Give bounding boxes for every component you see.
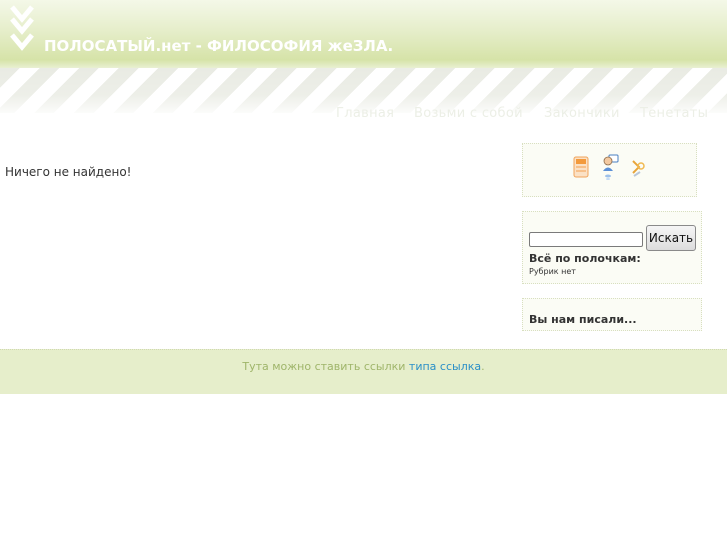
site-title[interactable]: ПОЛОСАТЫЙ.нет - ФИЛОСОФИЯ жеЗЛА.	[44, 37, 393, 55]
no-results-message: Ничего не найдено!	[5, 165, 132, 179]
nav-item-tenetaty[interactable]: Тенетаты	[640, 106, 708, 121]
main-nav: Главная Возьми с собой Закончики Тенетат…	[0, 106, 727, 124]
rss-feed-icon[interactable]	[573, 156, 589, 178]
footer-text: Тута можно ставить ссылки типа ссылка.	[0, 360, 727, 373]
double-chevron-down-icon	[10, 5, 34, 51]
nav-item-laws[interactable]: Закончики	[544, 106, 620, 121]
categories-title: Всё по полочкам:	[529, 252, 641, 265]
footer-text-prefix: Тута можно ставить ссылки	[242, 360, 409, 373]
key-login-icon[interactable]	[630, 158, 648, 180]
categories-empty-text: Рубрик нет	[529, 267, 576, 276]
site-footer: Тута можно ставить ссылки типа ссылка.	[0, 349, 727, 394]
user-profile-icon[interactable]	[601, 154, 619, 180]
footer-text-suffix: .	[481, 360, 485, 373]
search-input[interactable]	[529, 232, 643, 247]
nav-item-home[interactable]: Главная	[336, 106, 394, 121]
comments-box: Вы нам писали...	[522, 298, 702, 331]
search-button[interactable]: Искать	[646, 225, 696, 251]
nav-item-take-with-you[interactable]: Возьми с собой	[414, 106, 523, 121]
comments-title: Вы нам писали...	[529, 313, 637, 326]
footer-link[interactable]: типа ссылка	[409, 360, 481, 373]
sidebar-icons-box	[522, 143, 697, 197]
site-header: ПОЛОСАТЫЙ.нет - ФИЛОСОФИЯ жеЗЛА.	[0, 0, 727, 68]
search-box: Искать Всё по полочкам: Рубрик нет	[522, 211, 702, 284]
